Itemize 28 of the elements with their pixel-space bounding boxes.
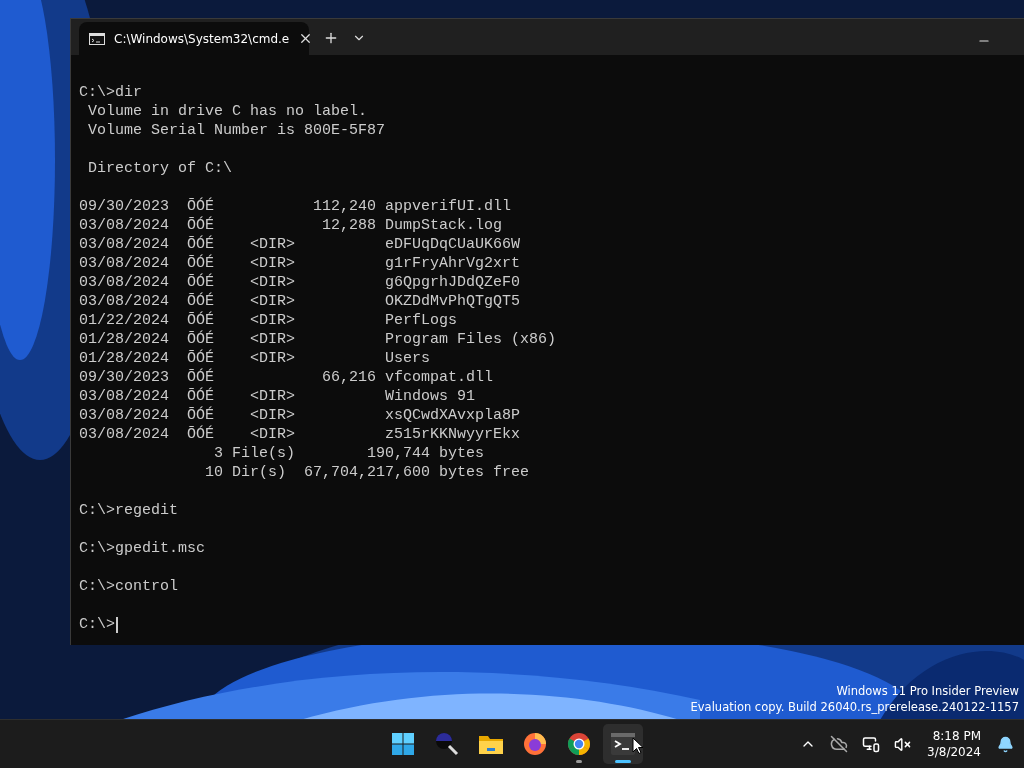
clock[interactable]: 8:18 PM 3/8/2024 xyxy=(923,728,985,760)
console-line: 01/28/2024 ÕÓÉ <DIR> Program Files (x86) xyxy=(79,330,557,349)
console-line: 03/08/2024 ÕÓÉ <DIR> z515rKKNwyyrEkx xyxy=(79,425,521,444)
console-line: 03/08/2024 ÕÓÉ <DIR> g6QpgrhJDdQZeF0 xyxy=(79,273,521,292)
console-line: 01/22/2024 ÕÓÉ <DIR> PerfLogs xyxy=(79,311,458,330)
console-line: 03/08/2024 ÕÓÉ <DIR> Windows 91 xyxy=(79,387,476,406)
tab-title: C:\Windows\System32\cmd.e xyxy=(114,31,290,46)
console-line: 09/30/2023 ÕÓÉ 66,216 vfcompat.dll xyxy=(79,368,494,387)
console-line: 03/08/2024 ÕÓÉ <DIR> eDFUqDqCUaUK66W xyxy=(79,235,521,254)
console-line: C:\>dir xyxy=(79,83,142,102)
console-line: C:\> xyxy=(79,615,115,634)
watermark-text: Evaluation copy. Build 26040.rs_prerelease.240122-1157 xyxy=(690,699,1019,715)
console-line: C:\>control xyxy=(79,577,179,596)
console-line: Volume Serial Number is 800E-5F87 xyxy=(87,121,386,140)
console-line: C:\>regedit xyxy=(79,501,179,520)
console-line: 01/28/2024 ÕÓÉ <DIR> Users xyxy=(79,349,431,368)
console-line: Directory of C:\ xyxy=(87,159,233,178)
console-line: 03/08/2024 ÕÓÉ <DIR> xsQCwdXAvxpla8P xyxy=(79,406,521,425)
console-line: 03/08/2024 ÕÓÉ <DIR> g1rFryAhrVg2xrt xyxy=(79,254,521,273)
watermark-text: Windows 11 Pro Insider Preview xyxy=(836,683,1019,699)
console-line: Volume in drive C has no label. xyxy=(87,102,368,121)
console-line: 3 File(s) 190,744 bytes xyxy=(213,444,485,463)
console-line: 10 Dir(s) 67,704,217,600 bytes free xyxy=(204,463,530,482)
tab[interactable]: C:\Windows\System32\cmd.e xyxy=(79,22,309,55)
console-line: C:\>gpedit.msc xyxy=(79,539,206,558)
console-line: 09/30/2023 ÕÓÉ 112,240 appverifUI.dll xyxy=(79,197,512,216)
console-line: 03/08/2024 ÕÓÉ <DIR> OKZDdMvPhQTgQT5 xyxy=(79,292,521,311)
console-line: 03/08/2024 ÕÓÉ 12,288 DumpStack.log xyxy=(79,216,503,235)
